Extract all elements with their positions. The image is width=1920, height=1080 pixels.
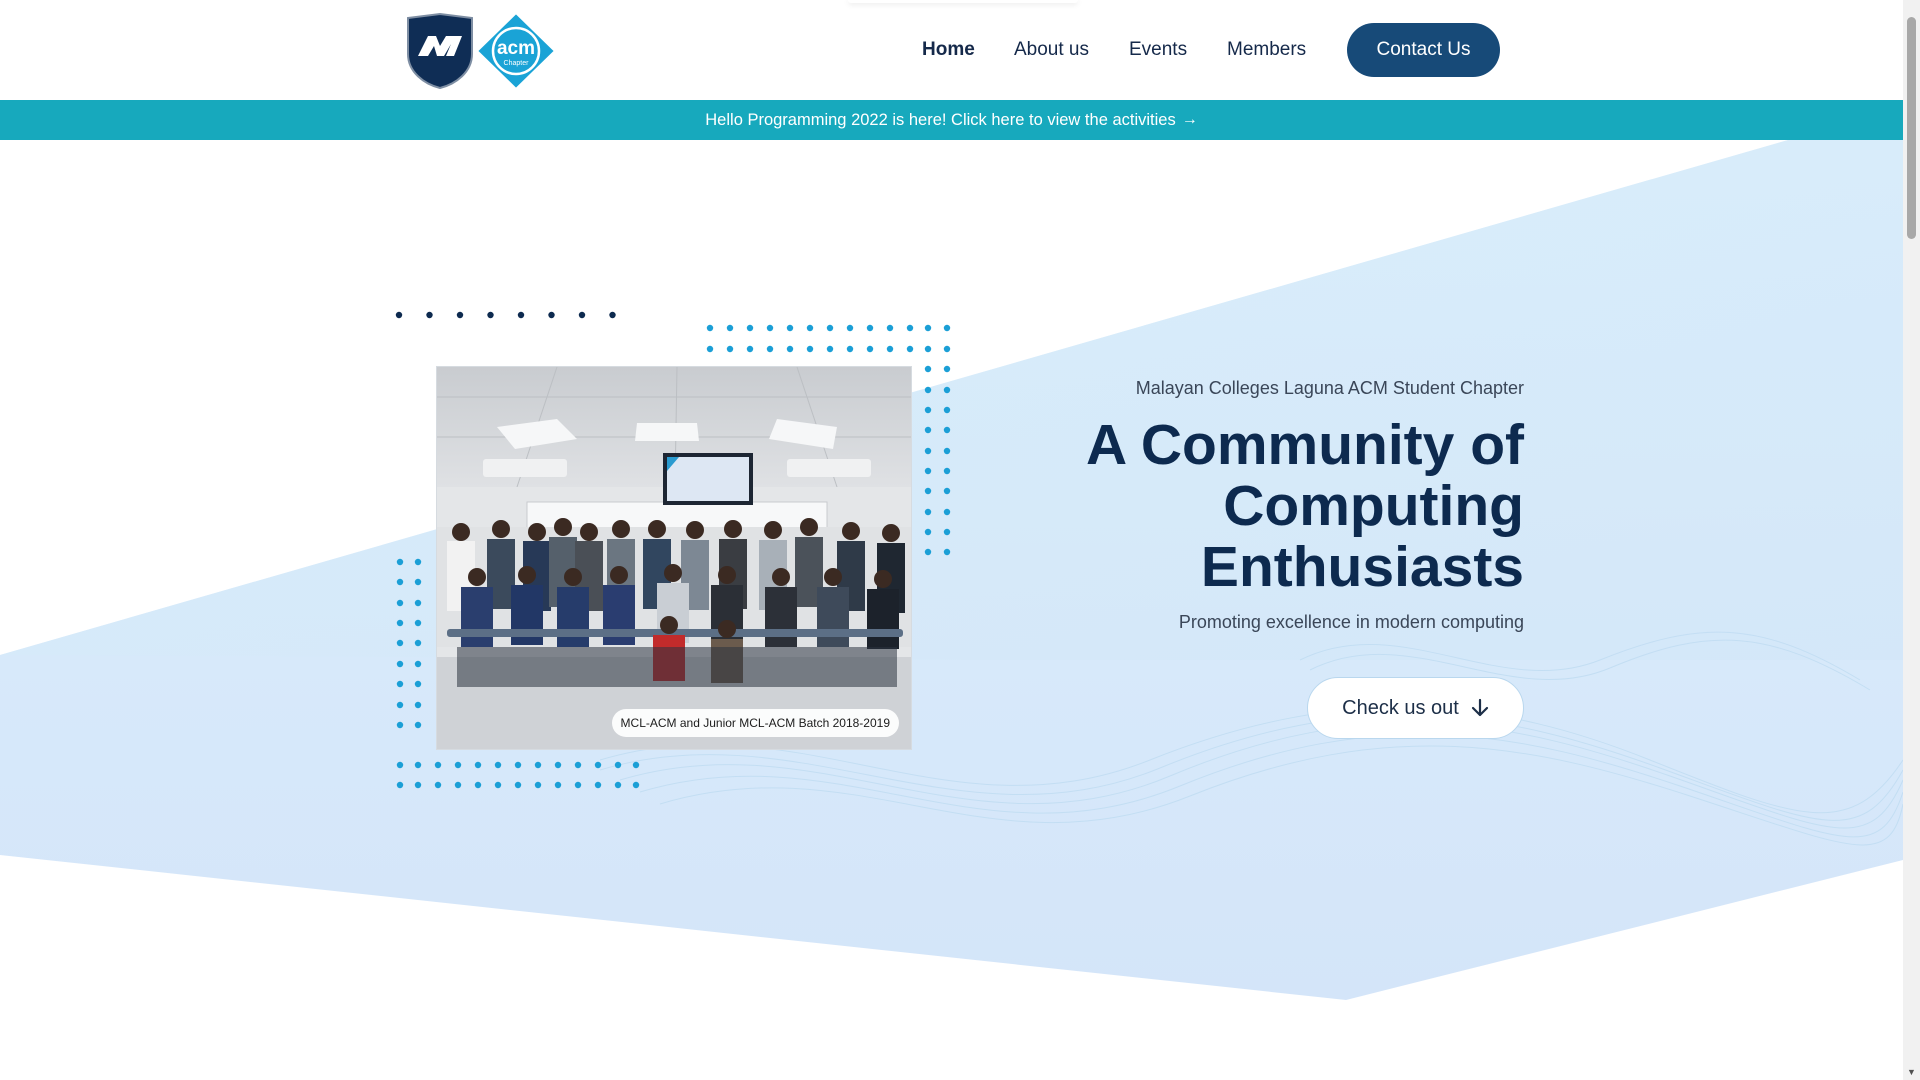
announcement-banner[interactable]: Hello Programming 2022 is here! Click he… [0,100,1903,140]
nav-members[interactable]: Members [1227,36,1306,64]
nav-about-us[interactable]: About us [1014,36,1089,64]
hero-text-block: Malayan Colleges Laguna ACM Student Chap… [884,378,1524,633]
group-photo-illustration [437,367,911,749]
site-header: acm Chapter Home About us Events Members… [0,0,1903,100]
scrollbar-thumb[interactable] [1907,17,1916,239]
check-us-out-label: Check us out [1342,696,1459,719]
arrow-right-icon: → [1181,111,1198,128]
arrow-down-icon [1471,698,1488,717]
hero-tagline: Promoting excellence in modern computing [1178,612,1524,632]
group-photo: MCL-ACM and Junior MCL-ACM Batch 2018-20… [436,366,912,750]
check-us-out-button[interactable]: Check us out [1307,677,1524,739]
hero-title-line-2: Computing [1223,474,1524,538]
hero-title: A Community of Computing Enthusiasts [884,415,1524,598]
hero-title-line-1: A Community of [1085,413,1524,477]
nav-events[interactable]: Events [1129,36,1187,64]
header-dropdown-shadow [848,0,1078,3]
banner-text: Hello Programming 2022 is here! Click he… [705,110,1176,129]
hero-title-line-3: Enthusiasts [1200,535,1524,599]
contact-us-button[interactable]: Contact Us [1347,23,1500,77]
photo-caption: MCL-ACM and Junior MCL-ACM Batch 2018-20… [611,709,899,737]
hero-subtitle: Malayan Colleges Laguna ACM Student Chap… [1135,378,1524,398]
scroll-down-icon[interactable]: ▼ [1907,1068,1916,1077]
nav-home[interactable]: Home [922,36,975,64]
page-scrollbar[interactable]: ▼ [1903,0,1920,1080]
main-nav: Home About us Events Members [0,36,1903,64]
